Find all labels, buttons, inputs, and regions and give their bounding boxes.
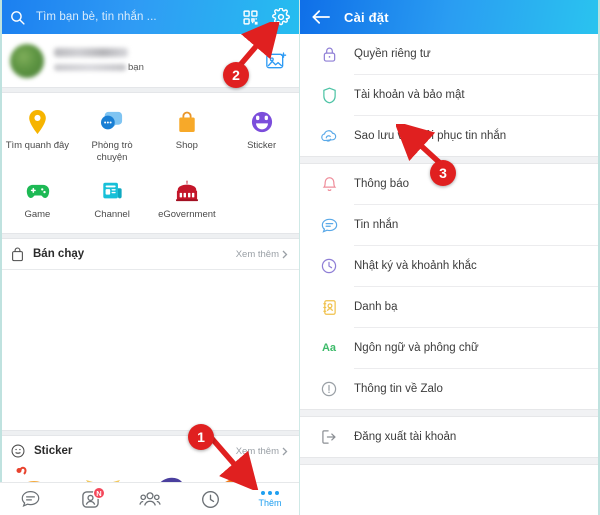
settings-appbar: Cài đặt bbox=[300, 0, 600, 34]
gamepad-icon bbox=[2, 176, 73, 206]
settings-group-3: Đăng xuất tài khoản bbox=[300, 417, 600, 457]
setting-label: Nhật ký và khoảnh khắc bbox=[354, 260, 477, 272]
setting-label: Thông tin về Zalo bbox=[354, 383, 443, 395]
setting-label: Tài khoản và bảo mật bbox=[354, 89, 465, 101]
shopping-bag-outline-icon bbox=[11, 246, 24, 262]
shortcut-shop[interactable]: Shop bbox=[150, 103, 225, 172]
font-size-icon: Aa bbox=[321, 342, 337, 354]
setting-row-logout[interactable]: Đăng xuất tài khoản bbox=[300, 417, 600, 457]
shortcut-label: Shop bbox=[175, 140, 198, 151]
shortcut-label: Game bbox=[24, 209, 51, 220]
location-pin-icon bbox=[2, 107, 73, 137]
section-ban-chay[interactable]: Bán chạy Xem thêm bbox=[0, 239, 299, 269]
shield-icon bbox=[320, 87, 338, 104]
shortcut-label: Sticker bbox=[247, 140, 277, 151]
setting-row-language-font[interactable]: Aa Ngôn ngữ và phông chữ bbox=[300, 328, 600, 368]
shortcut-sticker[interactable]: Sticker bbox=[224, 103, 299, 172]
logout-icon bbox=[320, 429, 338, 445]
annotation-marker-2: 2 bbox=[223, 62, 249, 88]
search-input[interactable]: Tìm bạn bè, tin nhắn ... bbox=[36, 11, 232, 23]
settings-group-2: Thông báo Tin nhắn Nhật ký và khoảnh khắ… bbox=[300, 164, 600, 409]
profile-subtitle-redacted bbox=[54, 64, 126, 71]
setting-row-diary-moments[interactable]: Nhật ký và khoảnh khắc bbox=[300, 246, 600, 286]
setting-label: Tin nhắn bbox=[354, 219, 399, 231]
shortcut-grid: Tìm quanh đây Phòng trò chuyện Shop Stic… bbox=[0, 93, 299, 233]
annotation-marker-3: 3 bbox=[430, 160, 456, 186]
shortcut-egovernment[interactable]: eGovernment bbox=[150, 172, 225, 229]
nav-tab-contacts[interactable]: N bbox=[60, 483, 120, 515]
chevron-right-icon bbox=[282, 250, 288, 258]
setting-label: Danh bạ bbox=[354, 301, 398, 313]
annotation-marker-1: 1 bbox=[188, 424, 214, 450]
shortcut-channel[interactable]: Channel bbox=[75, 172, 150, 229]
smiley-outline-icon bbox=[11, 444, 25, 458]
chat-bubbles-icon bbox=[77, 107, 148, 137]
info-icon bbox=[320, 381, 338, 397]
message-bubble-icon bbox=[320, 218, 338, 233]
empty-content-area bbox=[0, 270, 299, 430]
settings-group-gap-3 bbox=[300, 457, 600, 465]
shortcut-label: eGovernment bbox=[158, 209, 216, 220]
setting-label: Quyền riêng tư bbox=[354, 48, 431, 60]
screenshot-root: Tìm bạn bè, tin nhắn ... bạn Tìm quanh đ… bbox=[0, 0, 600, 515]
cloud-sync-icon bbox=[320, 129, 338, 144]
news-channel-icon bbox=[77, 176, 148, 206]
setting-row-contacts[interactable]: Danh bạ bbox=[300, 287, 600, 327]
more-dots-icon bbox=[261, 490, 279, 495]
setting-row-account-security[interactable]: Tài khoản và bảo mật bbox=[300, 75, 600, 115]
more-label: Xem thêm bbox=[235, 248, 279, 260]
clock-timeline-icon bbox=[201, 490, 219, 508]
right-phone-panel: Cài đặt Quyền riêng tư Tài khoản và bảo … bbox=[300, 0, 600, 515]
shortcut-empty-slot bbox=[224, 172, 299, 229]
nav-tab-more-label: Thêm bbox=[258, 497, 282, 508]
setting-row-messages[interactable]: Tin nhắn bbox=[300, 205, 600, 245]
avatar[interactable] bbox=[10, 43, 44, 78]
nav-tab-groups[interactable] bbox=[120, 483, 180, 515]
search-icon[interactable] bbox=[9, 9, 26, 26]
government-building-icon bbox=[152, 176, 223, 206]
shortcut-game[interactable]: Game bbox=[0, 172, 75, 229]
page-title: Cài đặt bbox=[344, 9, 389, 25]
shortcut-phong-tro-chuyen[interactable]: Phòng trò chuyện bbox=[75, 103, 150, 172]
settings-group-gap-2 bbox=[300, 409, 600, 417]
profile-text: bạn bbox=[54, 48, 144, 73]
contacts-book-icon bbox=[320, 299, 338, 316]
setting-row-privacy[interactable]: Quyền riêng tư bbox=[300, 34, 600, 74]
contacts-badge: N bbox=[93, 487, 105, 499]
setting-label: Đăng xuất tài khoản bbox=[354, 431, 457, 443]
message-bubble-icon bbox=[21, 491, 39, 508]
back-arrow-icon[interactable] bbox=[312, 9, 330, 25]
shortcut-tim-quanh-day[interactable]: Tìm quanh đây bbox=[0, 103, 75, 172]
section-title: Bán chạy bbox=[33, 248, 85, 260]
smiley-sticker-icon bbox=[226, 107, 297, 137]
ban-chay-more-link[interactable]: Xem thêm bbox=[236, 249, 288, 260]
left-phone-panel: Tìm bạn bè, tin nhắn ... bạn Tìm quanh đ… bbox=[0, 0, 300, 515]
bell-icon bbox=[320, 176, 338, 193]
profile-name-redacted bbox=[54, 48, 128, 57]
lock-icon bbox=[320, 46, 338, 63]
nav-tab-messages[interactable] bbox=[0, 483, 60, 515]
setting-label: Ngôn ngữ và phông chữ bbox=[354, 342, 479, 354]
clock-timeline-icon bbox=[320, 258, 338, 274]
chevron-right-icon bbox=[282, 447, 288, 455]
shortcut-label: Phòng trò chuyện bbox=[91, 140, 133, 163]
setting-row-about-zalo[interactable]: Thông tin về Zalo bbox=[300, 369, 600, 409]
shortcut-row-2: Game Channel eGovernment bbox=[0, 172, 299, 229]
profile-subtitle-suffix: bạn bbox=[128, 62, 144, 73]
shortcut-row-1: Tìm quanh đây Phòng trò chuyện Shop Stic… bbox=[0, 103, 299, 172]
shortcut-label: Tìm quanh đây bbox=[5, 140, 70, 151]
section-title: Sticker bbox=[34, 445, 73, 457]
shortcut-label: Channel bbox=[94, 209, 130, 220]
shopping-bag-icon bbox=[152, 107, 223, 137]
group-people-icon bbox=[139, 491, 161, 506]
